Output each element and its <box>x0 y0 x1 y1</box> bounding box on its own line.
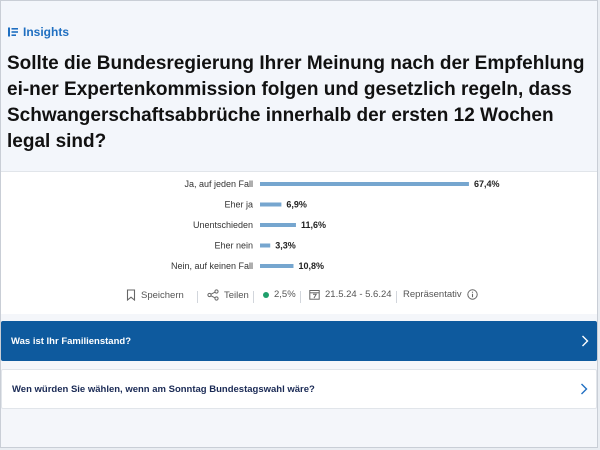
value-label: 11,6% <box>301 220 326 230</box>
save-label: Speichern <box>141 289 184 301</box>
nav-item-familienstand[interactable]: Was ist Ihr Familienstand? <box>1 321 597 361</box>
category-label: Eher nein <box>214 241 253 251</box>
question-title: Sollte die Bundesregierung Ihrer Meinung… <box>7 53 585 152</box>
nav-item-bundestagswahl[interactable]: Wen würden Sie wählen, wenn am Sonntag B… <box>1 369 597 409</box>
category-label: Ja, auf jeden Fall <box>184 179 253 189</box>
value-label: 67,4% <box>474 179 500 189</box>
margin-of-error: 2,5% <box>263 289 296 300</box>
category-label: Nein, auf keinen Fall <box>171 261 253 271</box>
divider <box>396 291 397 303</box>
result-card: Ja, auf jeden Fall 67,4% Eher ja 6,9% Unents… <box>1 171 597 314</box>
value-label: 10,8% <box>298 261 324 271</box>
share-label: Teilen <box>224 289 249 301</box>
survey-period: 21.5.24 - 5.6.24 <box>309 289 392 300</box>
insights-label[interactable]: Insights <box>7 24 69 40</box>
save-button[interactable]: Speichern <box>126 289 184 301</box>
insights-list-icon <box>8 27 18 37</box>
bar <box>260 243 271 248</box>
representative-info[interactable]: Repräsentativ <box>403 289 478 300</box>
bar <box>260 264 294 268</box>
insights-text: Insights <box>23 25 70 39</box>
category-label: Unentschieden <box>193 220 253 230</box>
category-label: Eher ja <box>224 200 253 210</box>
result-bar-chart: Ja, auf jeden Fall 67,4% Eher ja 6,9% Unents… <box>171 179 500 271</box>
nav-item-label: Was ist Ihr Familienstand? <box>11 335 132 347</box>
question-header: Insights Sollte die Bundesregierung Ihre… <box>1 1 597 171</box>
value-label: 6,9% <box>286 200 307 210</box>
bar <box>260 223 296 227</box>
divider <box>300 291 301 303</box>
bar <box>260 182 469 186</box>
info-icon <box>466 289 478 300</box>
value-label: 3,3% <box>275 241 296 251</box>
share-icon <box>207 289 219 301</box>
representative-label: Repräsentativ <box>403 289 462 300</box>
chevron-right-icon <box>582 335 589 347</box>
divider <box>197 291 198 303</box>
chevron-right-icon <box>581 383 588 395</box>
margin-value: 2,5% <box>274 289 296 300</box>
share-button[interactable]: Teilen <box>207 289 249 301</box>
bar <box>260 202 282 207</box>
bookmark-icon <box>126 289 136 301</box>
date-range: 21.5.24 - 5.6.24 <box>325 289 392 300</box>
action-bar: Speichern Teilen 2,5% 21.5.24 - 5.6.24 R… <box>1 284 597 310</box>
status-dot-icon <box>263 291 269 298</box>
divider <box>253 291 254 303</box>
calendar-icon <box>309 290 320 300</box>
nav-item-label: Wen würden Sie wählen, wenn am Sonntag B… <box>12 383 315 395</box>
